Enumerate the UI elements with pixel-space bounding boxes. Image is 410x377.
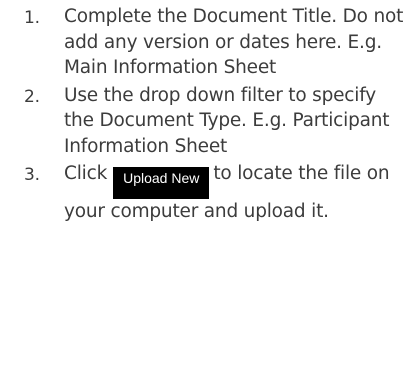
step-number: 2. [24, 86, 40, 107]
step-complete-title: 1. Complete the Document Title. Do not a… [0, 4, 410, 81]
step-text-before: Click [64, 163, 108, 184]
step-document-type: 2. Use the drop down filter to specify t… [0, 83, 410, 160]
step-text: Use the drop down filter to specify the … [64, 84, 390, 157]
step-text: Click Upload New to locate the file on you… [64, 161, 404, 225]
step-number: 3. [24, 165, 40, 185]
step-upload-file: 3. Click Upload New to locate the file on … [0, 161, 410, 225]
upload-new-button[interactable]: Upload New [113, 167, 210, 199]
step-number: 1. [24, 8, 40, 28]
step-text: Complete the Document Title. Do not add … [64, 6, 404, 78]
instruction-list: 1. Complete the Document Title. Do not a… [0, 4, 410, 225]
